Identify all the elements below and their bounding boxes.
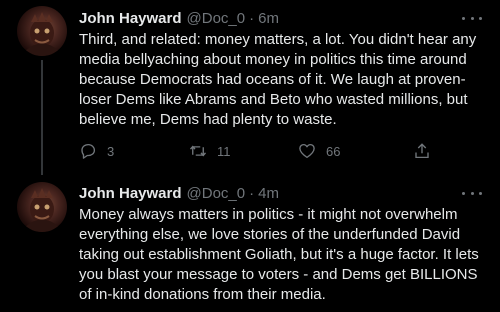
share-button[interactable] <box>413 142 431 160</box>
reply-button[interactable]: 3 <box>79 142 114 160</box>
separator: · <box>249 9 255 27</box>
tweet-text: Third, and related: money matters, a lot… <box>79 31 477 128</box>
more-icon[interactable] <box>462 11 482 25</box>
separator: · <box>249 184 255 202</box>
author-name[interactable]: John Hayward <box>79 185 182 202</box>
thread-line <box>41 60 43 175</box>
author-handle[interactable]: @Doc_0 <box>187 185 246 202</box>
reply-count: 3 <box>107 143 115 159</box>
like-icon <box>299 143 315 159</box>
tweet-header: John Hayward @Doc_0 · 6m <box>79 7 279 29</box>
reply-icon <box>81 143 96 159</box>
retweet-button[interactable]: 11 <box>189 142 231 160</box>
like-count: 66 <box>326 143 341 159</box>
avatar[interactable] <box>17 6 67 56</box>
author-handle[interactable]: @Doc_0 <box>187 10 246 27</box>
tweet-header: John Hayward @Doc_0 · 4m <box>79 182 279 204</box>
tweet-text: Money always matters in politics - it mi… <box>79 206 479 303</box>
like-button[interactable]: 66 <box>298 142 340 160</box>
retweet-count: 11 <box>217 143 231 159</box>
timestamp[interactable]: 4m <box>258 185 279 202</box>
avatar[interactable] <box>17 182 67 232</box>
retweet-icon <box>189 145 207 157</box>
more-icon[interactable] <box>462 186 482 200</box>
share-icon <box>415 143 429 159</box>
tweet[interactable]: John Hayward @Doc_0 · 4m Money always ma… <box>0 175 500 312</box>
tweet-actions: 3 11 66 <box>79 142 439 162</box>
tweet[interactable]: John Hayward @Doc_0 · 6m Third, and rela… <box>0 0 500 175</box>
author-name[interactable]: John Hayward <box>79 10 182 27</box>
timestamp[interactable]: 6m <box>258 10 279 27</box>
